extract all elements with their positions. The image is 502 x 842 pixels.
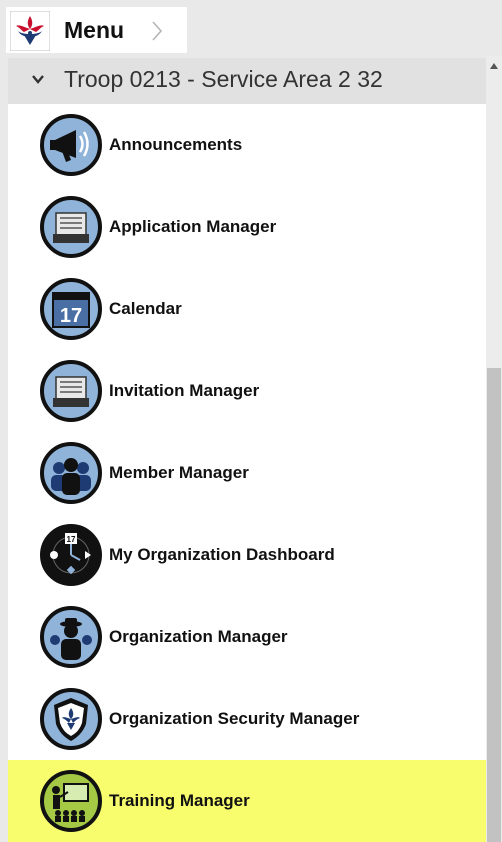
scrollbar[interactable]	[486, 56, 502, 842]
menu-item-member-manager[interactable]: Member Manager	[8, 432, 486, 514]
organization-icon	[40, 606, 102, 668]
megaphone-icon	[40, 114, 102, 176]
group-title: Troop 0213 - Service Area 2 32	[64, 66, 383, 92]
menu-label: Menu	[64, 17, 125, 43]
menu-item-label: Organization Manager	[109, 627, 288, 646]
menu-item-calendar[interactable]: 17 Calendar	[8, 268, 486, 350]
menu-item-application-manager[interactable]: Application Manager	[8, 186, 486, 268]
inbox-tray-icon	[40, 196, 102, 258]
menu-item-organization-manager[interactable]: Organization Manager	[8, 596, 486, 678]
menu-item-label: My Organization Dashboard	[109, 545, 335, 564]
menu-item-training-manager[interactable]: Training Manager	[8, 760, 486, 842]
menu-item-label: Training Manager	[109, 791, 250, 810]
calendar-icon: 17	[40, 278, 102, 340]
bsa-logo-icon	[10, 11, 50, 51]
chevron-down-icon	[32, 75, 44, 84]
menu-item-invitation-manager[interactable]: Invitation Manager	[8, 350, 486, 432]
menu-item-label: Application Manager	[109, 217, 277, 236]
menu-list: Announcements Application Manager 17 Cal…	[8, 104, 486, 842]
svg-text:17: 17	[67, 535, 76, 544]
training-icon	[40, 770, 102, 832]
dashboard-icon: 17	[40, 524, 102, 586]
menu-item-label: Calendar	[109, 299, 182, 318]
menu-item-my-organization-dashboard[interactable]: 17 My Organization Dashboard	[8, 514, 486, 596]
inbox-tray-icon	[40, 360, 102, 422]
menu-item-label: Member Manager	[109, 463, 249, 482]
chevron-right-icon	[152, 21, 163, 41]
menu-button[interactable]: Menu	[6, 7, 187, 53]
menu-item-label: Invitation Manager	[109, 381, 260, 400]
members-icon	[40, 442, 102, 504]
menu-item-announcements[interactable]: Announcements	[8, 104, 486, 186]
menu-item-organization-security-manager[interactable]: Organization Security Manager	[8, 678, 486, 760]
shield-icon	[40, 688, 102, 750]
scrollbar-thumb[interactable]	[487, 368, 501, 842]
scroll-up-arrow-icon[interactable]	[489, 62, 499, 70]
menu-item-label: Announcements	[109, 135, 243, 154]
svg-text:17: 17	[60, 305, 82, 327]
group-header[interactable]: Troop 0213 - Service Area 2 32	[8, 58, 486, 104]
menu-item-label: Organization Security Manager	[109, 709, 360, 728]
top-bar: Menu	[0, 0, 502, 56]
